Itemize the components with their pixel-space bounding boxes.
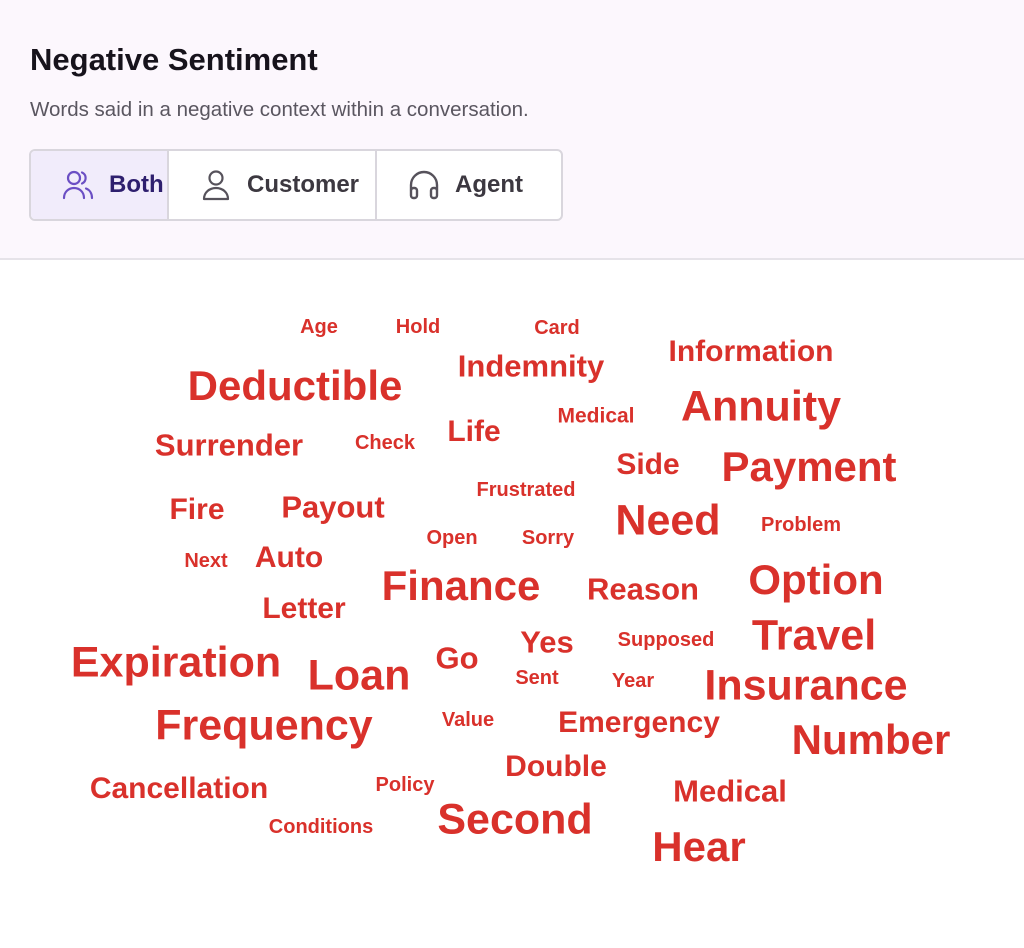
word-cloud-word: Second: [437, 795, 593, 844]
word-cloud-word: Problem: [760, 514, 842, 536]
word-cloud-word: Conditions: [268, 816, 374, 838]
word-cloud-word: Sent: [515, 667, 559, 689]
filter-agent-label: Agent: [455, 171, 523, 198]
word-cloud-word: Next: [184, 550, 228, 572]
word-cloud-word: Medical: [673, 773, 787, 809]
word-cloud-word: Medical: [557, 404, 635, 428]
word-cloud-word: Insurance: [704, 661, 908, 710]
word-cloud-word: Reason: [587, 571, 699, 607]
page-subtitle: Words said in a negative context within …: [30, 98, 529, 121]
word-cloud-word: Double: [505, 750, 607, 783]
word-cloud-word: Payout: [281, 489, 385, 525]
word-cloud-word: Annuity: [680, 382, 842, 431]
word-cloud-word: Hear: [652, 823, 746, 870]
word-cloud-word: Information: [668, 335, 834, 368]
word-cloud-word: Go: [435, 640, 479, 676]
page-title: Negative Sentiment: [30, 42, 318, 77]
word-cloud-word: Auto: [254, 541, 324, 574]
user-icon: [199, 168, 233, 202]
word-cloud-word: Frustrated: [476, 479, 576, 501]
word-cloud-word: Hold: [395, 316, 441, 338]
filter-both-label: Both: [109, 171, 164, 198]
word-cloud-word: Finance: [381, 562, 541, 609]
word-cloud-word: Value: [441, 709, 495, 731]
word-cloud-word: Side: [616, 448, 680, 481]
word-cloud-word: Letter: [262, 592, 346, 625]
word-cloud-word: Supposed: [617, 629, 715, 651]
word-cloud-word: Cancellation: [89, 772, 269, 805]
word-cloud-word: Check: [354, 432, 416, 454]
word-cloud-word: Indemnity: [457, 348, 605, 384]
word-cloud-word: Frequency: [155, 701, 373, 750]
filter-customer-label: Customer: [247, 171, 360, 198]
word-cloud-word: Sorry: [521, 527, 575, 549]
filter-both-button[interactable]: Both: [31, 151, 167, 219]
word-cloud-word: Yes: [520, 624, 574, 660]
word-cloud-word: Payment: [721, 443, 897, 490]
word-cloud-word: Expiration: [70, 638, 282, 687]
header-section: Negative Sentiment Words said in a negat…: [0, 0, 1024, 260]
word-cloud-word: Fire: [169, 493, 225, 526]
filter-customer-button[interactable]: Customer: [167, 151, 375, 219]
word-cloud-word: Card: [534, 317, 580, 339]
word-cloud-word: Year: [611, 670, 655, 692]
word-cloud: Age Hold Card Indemnity Information Dedu…: [0, 260, 1024, 948]
headset-icon: [407, 168, 441, 202]
users-icon: [61, 168, 95, 202]
word-cloud-word: Surrender: [154, 427, 304, 463]
word-cloud-word: Number: [791, 716, 951, 763]
word-cloud-word: Travel: [751, 611, 877, 660]
word-cloud-word: Need: [615, 496, 721, 545]
filter-agent-button[interactable]: Agent: [375, 151, 561, 219]
word-cloud-word: Life: [447, 415, 501, 448]
word-cloud-word: Emergency: [558, 706, 720, 739]
word-cloud-word: Policy: [375, 774, 435, 796]
word-cloud-word: Deductible: [187, 362, 403, 409]
word-cloud-word: Open: [426, 527, 478, 549]
word-cloud-word: Age: [300, 316, 338, 338]
word-cloud-word: Loan: [307, 651, 411, 700]
speaker-filter-group: Both Customer Agent: [29, 149, 563, 221]
word-cloud-word: Option: [748, 556, 884, 603]
